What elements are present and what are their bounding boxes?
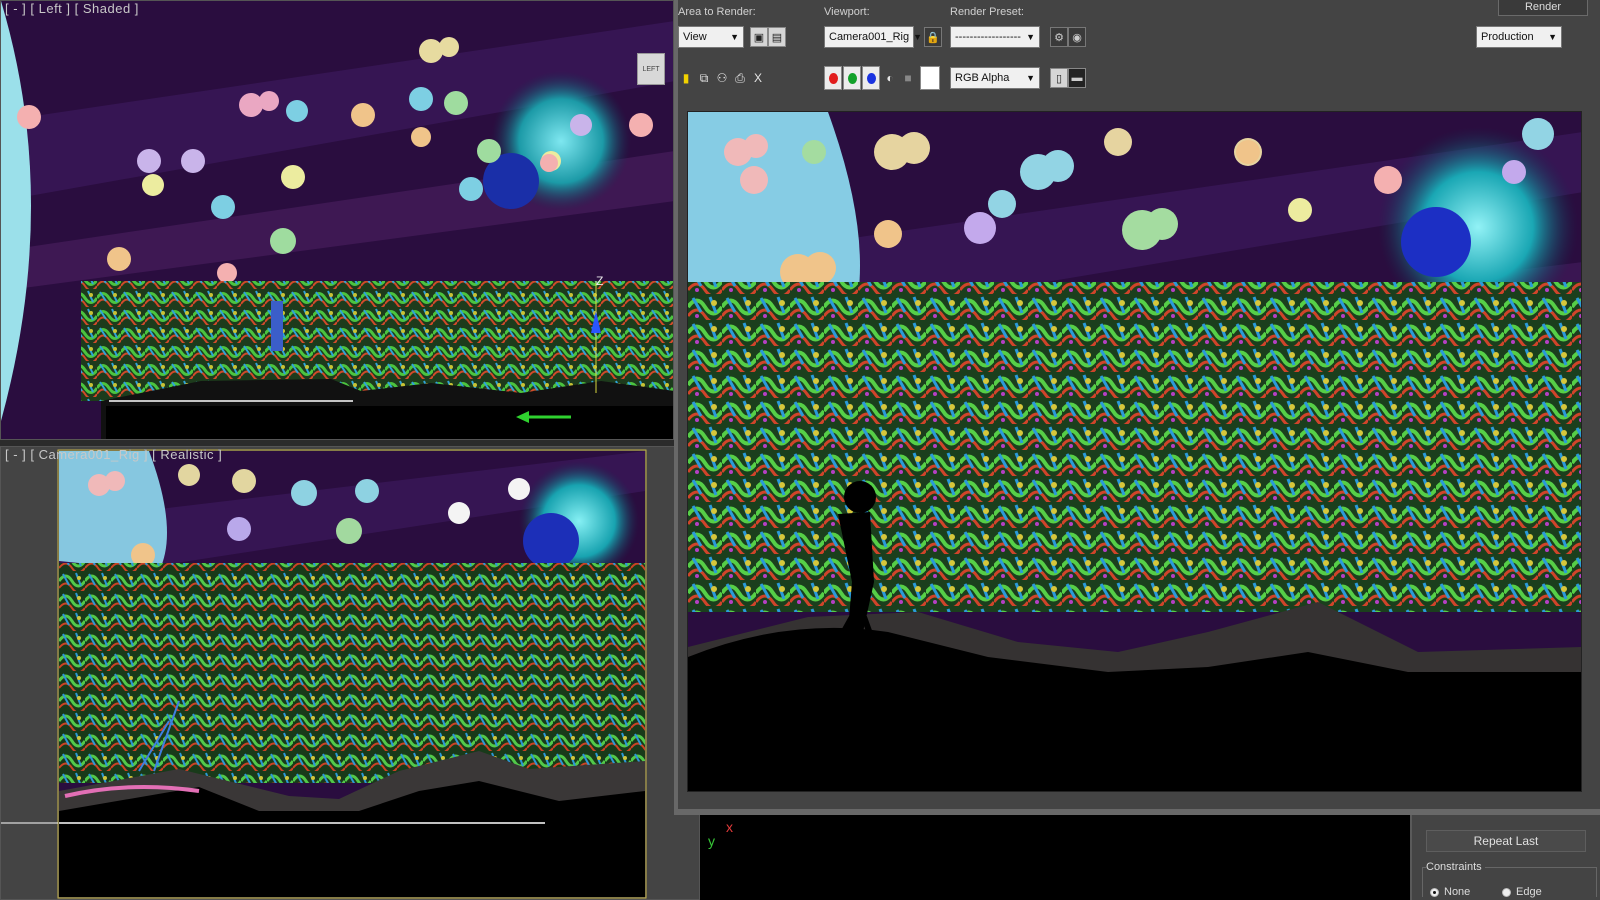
- clear-icon[interactable]: X: [750, 70, 766, 86]
- production-value: Production: [1481, 31, 1534, 43]
- radio-selected-icon: [1430, 887, 1439, 897]
- render-toolbar-row: ▮ ⧉ ⚇ ⎙ X ◐ ■ RGB Alpha ▼ ▯ ▬: [678, 64, 1600, 94]
- alpha-channel-icon[interactable]: ◐: [882, 70, 898, 86]
- viewport-label[interactable]: [ - ] [ Left ] [ Shaded ]: [5, 1, 139, 16]
- chevron-down-icon: ▼: [1026, 32, 1035, 42]
- green-channel-icon: [847, 72, 857, 84]
- save-image-icon[interactable]: ▮: [678, 70, 694, 86]
- production-select[interactable]: Production ▼: [1476, 26, 1562, 48]
- print-image-icon[interactable]: ⎙: [732, 70, 748, 86]
- constraint-edge-radio[interactable]: Edge: [1502, 886, 1542, 898]
- red-channel-toggle[interactable]: [824, 66, 842, 90]
- red-channel-icon: [828, 72, 838, 84]
- constraint-none-radio[interactable]: None: [1430, 886, 1470, 898]
- render-frame-window[interactable]: Area to Render: View ▼ ▣ ▤ Viewport: Cam…: [674, 0, 1600, 815]
- lock-icon[interactable]: 🔒: [924, 27, 942, 47]
- environment-icon[interactable]: ◉: [1068, 27, 1086, 47]
- axis-x-label: x: [726, 819, 733, 835]
- left-viewport-scene: Z: [1, 1, 673, 439]
- camera-frame-border: [1, 449, 647, 899]
- viewport-label[interactable]: [ - ] [ Camera001_Rig ] [ Realistic ]: [5, 447, 222, 462]
- chevron-down-icon: ▼: [730, 32, 739, 42]
- camera-viewport[interactable]: [ - ] [ Camera001_Rig ] [ Realistic ]: [0, 446, 700, 900]
- command-panel: Repeat Last Constraints None Edge: [1410, 815, 1600, 900]
- rendered-image: [687, 111, 1582, 792]
- render-button[interactable]: Render: [1498, 0, 1588, 16]
- gizmo-z-label: Z: [596, 274, 603, 288]
- viewport-select[interactable]: Camera001_Rig ▼: [824, 26, 922, 48]
- viewcube-face-label: LEFT: [642, 65, 660, 73]
- monochrome-icon[interactable]: ■: [900, 70, 916, 86]
- green-channel-toggle[interactable]: [843, 66, 861, 90]
- area-to-render-label: Area to Render:: [678, 6, 756, 18]
- constraint-edge-label: Edge: [1516, 886, 1542, 898]
- render-preset-select[interactable]: ------------------ ▼: [950, 26, 1040, 48]
- edit-region-icon[interactable]: ▣: [750, 27, 768, 47]
- area-to-render-value: View: [683, 31, 707, 43]
- render-setup-icon[interactable]: ⚙: [1050, 27, 1068, 47]
- repeat-last-label: Repeat Last: [1473, 834, 1539, 848]
- repeat-last-button[interactable]: Repeat Last: [1426, 830, 1586, 852]
- rendered-scene: [688, 112, 1581, 791]
- toggle-ui-overlay-icon[interactable]: ▬: [1068, 68, 1086, 88]
- area-to-render-select[interactable]: View ▼: [678, 26, 744, 48]
- chevron-down-icon: ▼: [1548, 32, 1557, 42]
- copy-image-icon[interactable]: ⧉: [696, 70, 712, 86]
- render-button-label: Render: [1524, 1, 1562, 13]
- clear-glyph: X: [753, 71, 762, 85]
- render-preset-value: ------------------: [955, 31, 1021, 43]
- axis-y-label: y: [708, 833, 715, 849]
- channel-display-select[interactable]: RGB Alpha ▼: [950, 67, 1040, 89]
- viewport-value: Camera001_Rig: [829, 31, 910, 43]
- viewcube[interactable]: LEFT: [637, 53, 665, 85]
- channel-display-value: RGB Alpha: [955, 72, 1010, 84]
- constraints-label: Constraints: [1426, 861, 1485, 873]
- swatch-box[interactable]: [920, 66, 940, 90]
- toggle-ui-icon[interactable]: ▯: [1050, 68, 1068, 88]
- blue-channel-toggle[interactable]: [862, 66, 880, 90]
- left-viewport[interactable]: [ - ] [ Left ] [ Shaded ] Z LEFT: [0, 0, 674, 440]
- viewport-label: Viewport:: [824, 6, 870, 18]
- viewport-bottom-area: y x: [700, 815, 1410, 900]
- radio-unselected-icon: [1502, 887, 1511, 897]
- chevron-down-icon: ▼: [913, 32, 923, 42]
- clone-frame-icon[interactable]: ⚇: [714, 70, 730, 86]
- render-settings-row: Area to Render: View ▼ ▣ ▤ Viewport: Cam…: [678, 0, 1600, 58]
- constraint-none-label: None: [1444, 886, 1471, 898]
- auto-region-icon[interactable]: ▤: [768, 27, 786, 47]
- render-preset-label: Render Preset:: [950, 6, 1024, 18]
- chevron-down-icon: ▼: [1026, 73, 1035, 83]
- blue-channel-icon: [866, 72, 876, 84]
